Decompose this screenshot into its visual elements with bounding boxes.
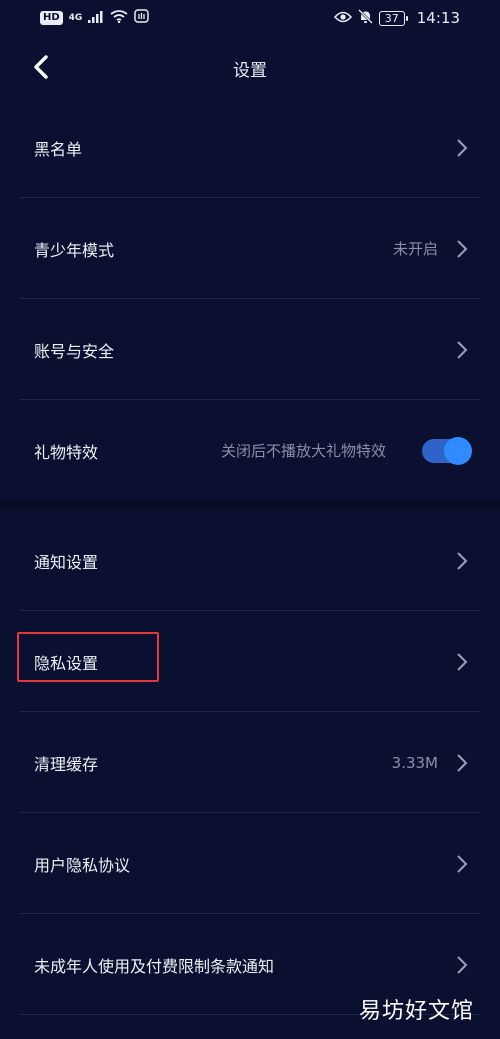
setting-row-clear-cache[interactable]: 清理缓存 3.33M [0,712,500,813]
chevron-right-icon [456,339,470,361]
app-notification-icon [134,9,150,27]
setting-row-gift-effects: 礼物特效 关闭后不播放大礼物特效 [0,400,500,501]
setting-row-teen-mode[interactable]: 青少年模式 未开启 [0,198,500,299]
setting-label: 通知设置 [34,552,99,572]
setting-label: 未成年人使用及付费限制条款通知 [34,956,275,976]
setting-label: 账号与安全 [34,341,115,361]
setting-row-notifications[interactable]: 通知设置 [0,510,500,611]
setting-row-blacklist[interactable]: 黑名单 [0,97,500,198]
chevron-right-icon [456,752,470,774]
status-left: HD 4G [40,9,150,27]
setting-label: 清理缓存 [34,754,99,774]
wifi-icon [110,9,128,27]
page-title: 设置 [233,61,267,81]
group-separator [0,500,500,510]
chevron-right-icon [456,853,470,875]
status-bar: HD 4G 37 14:13 [0,0,500,36]
eye-icon [333,9,352,27]
setting-label: 黑名单 [34,139,83,159]
gift-effects-toggle[interactable] [422,436,472,465]
setting-label: 礼物特效 [34,442,99,462]
setting-value: 未开启 [392,240,438,258]
setting-row-privacy-agreement[interactable]: 用户隐私协议 [0,813,500,914]
chevron-right-icon [456,954,470,976]
watermark: 易坊好文馆 [358,999,474,1024]
status-time: 14:13 [416,9,460,27]
chevron-right-icon [456,238,470,260]
network-type: 4G [68,13,83,23]
setting-value: 关闭后不播放大礼物特效 [220,442,386,460]
status-right: 37 14:13 [333,8,460,28]
hd-badge: HD [40,11,63,25]
toggle-knob [444,436,472,465]
setting-value: 3.33M [391,753,438,772]
settings-group-2: 通知设置 隐私设置 清理缓存 3.33M 用户隐私协议 未成年人使用及付费限制条… [0,510,500,1015]
signal-icon [88,9,104,27]
privacy-highlight-box [17,632,159,682]
nav-bar: 设置 [0,36,500,100]
setting-label: 用户隐私协议 [34,855,131,875]
chevron-right-icon [456,550,470,572]
setting-row-account-security[interactable]: 账号与安全 [0,299,500,400]
mute-bell-icon [357,8,373,28]
setting-label: 青少年模式 [34,240,115,260]
settings-group-1: 黑名单 青少年模式 未开启 账号与安全 礼物特效 关闭后不播放大礼物特效 [0,97,500,501]
chevron-right-icon [456,651,470,673]
chevron-right-icon [456,137,470,159]
battery-icon: 37 [378,10,408,26]
